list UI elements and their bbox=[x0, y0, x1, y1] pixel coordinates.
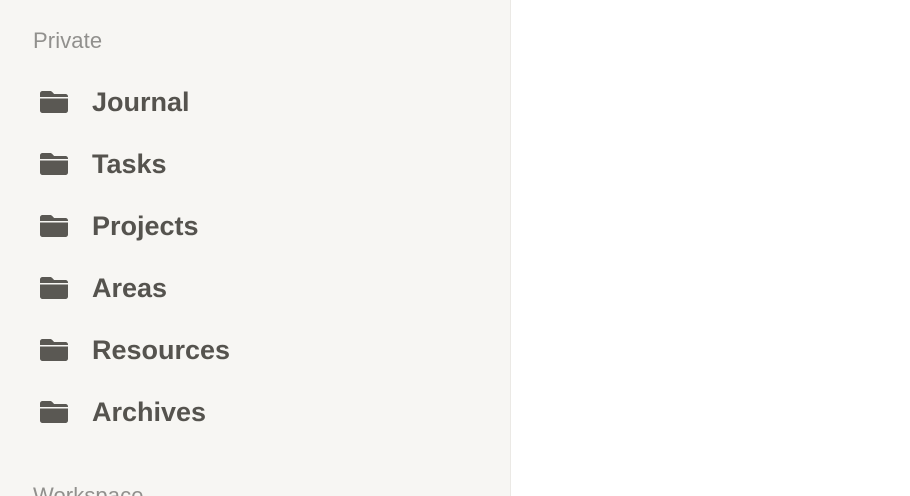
sidebar-item-journal[interactable]: Journal bbox=[0, 71, 510, 133]
sidebar-item-label: Resources bbox=[92, 335, 231, 365]
sidebar-item-areas[interactable]: Areas bbox=[0, 257, 510, 319]
sidebar-nav-list: Journal Tasks Projects Areas Resources A… bbox=[0, 71, 510, 443]
sidebar: Private Journal Tasks Projects Areas Res… bbox=[0, 0, 511, 496]
sidebar-item-archives[interactable]: Archives bbox=[0, 381, 510, 443]
folder-icon bbox=[40, 215, 68, 237]
folder-icon bbox=[40, 153, 68, 175]
section-header-workspace[interactable]: Workspace bbox=[33, 482, 144, 496]
sidebar-item-label: Archives bbox=[92, 397, 207, 427]
sidebar-item-resources[interactable]: Resources bbox=[0, 319, 510, 381]
sidebar-item-label: Tasks bbox=[92, 149, 167, 179]
app-window: Private Journal Tasks Projects Areas Res… bbox=[0, 0, 910, 496]
folder-icon bbox=[40, 339, 68, 361]
folder-icon bbox=[40, 401, 68, 423]
sidebar-item-tasks[interactable]: Tasks bbox=[0, 133, 510, 195]
section-header-private[interactable]: Private bbox=[33, 27, 102, 55]
folder-icon bbox=[40, 91, 68, 113]
sidebar-item-label: Journal bbox=[92, 87, 190, 117]
sidebar-item-label: Projects bbox=[92, 211, 199, 241]
folder-icon bbox=[40, 277, 68, 299]
sidebar-item-label: Areas bbox=[92, 273, 168, 303]
main-content-area bbox=[511, 0, 910, 496]
sidebar-item-projects[interactable]: Projects bbox=[0, 195, 510, 257]
